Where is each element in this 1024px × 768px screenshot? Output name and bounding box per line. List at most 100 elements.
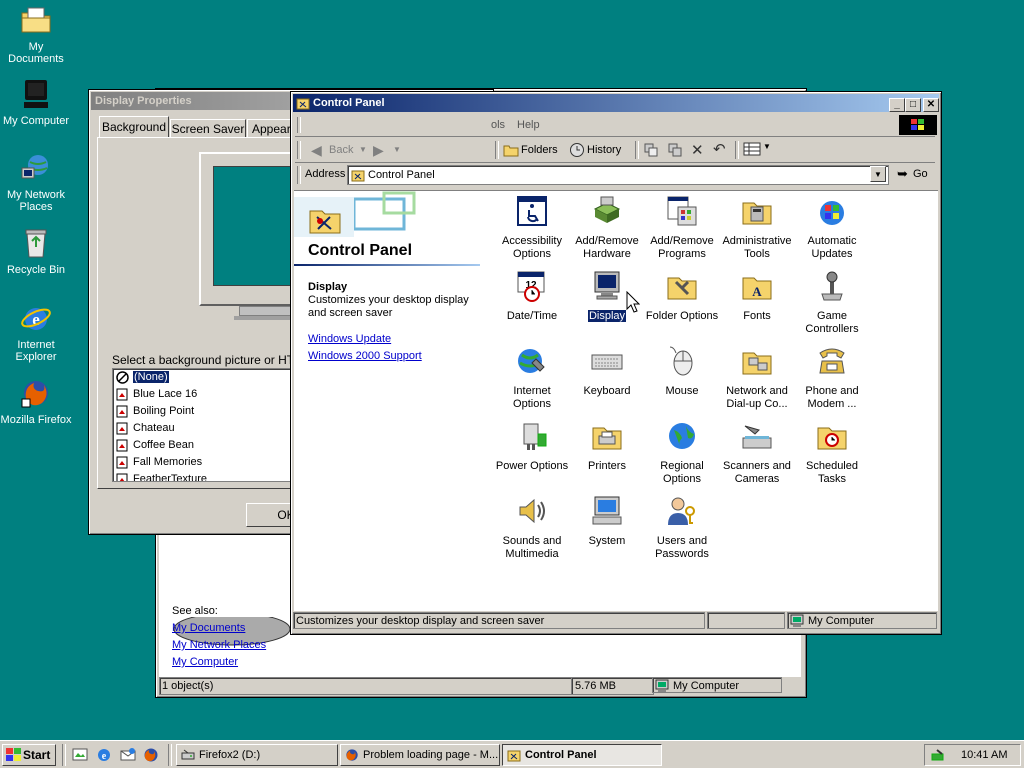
- cp-item-power-options[interactable]: Power Options: [493, 420, 571, 473]
- close-button[interactable]: ✕: [923, 98, 939, 112]
- move-to-icon[interactable]: [643, 142, 659, 158]
- back-button-label: Back: [329, 144, 354, 156]
- folders-button[interactable]: Folders: [503, 141, 563, 159]
- desktop-icon-network-places[interactable]: My Network Places: [0, 152, 72, 213]
- phone-icon: [819, 348, 845, 374]
- address-dropdown-button[interactable]: ▼: [870, 166, 886, 182]
- list-item[interactable]: FeatherTexture: [113, 471, 303, 481]
- cp-item-keyboard[interactable]: Keyboard: [568, 345, 646, 398]
- undo-icon[interactable]: ↶: [713, 140, 726, 158]
- control-panel-window[interactable]: Control Panel _ □ ✕ ols Help ◀ Back ▼ ▶ …: [290, 91, 942, 635]
- cp-item-phone-modem[interactable]: Phone and Modem ...: [793, 345, 871, 411]
- cp-status-text: Customizes your desktop display and scre…: [293, 612, 705, 629]
- clock[interactable]: 10:41 AM: [961, 746, 1007, 764]
- cp-item-add-remove-hardware[interactable]: Add/Remove Hardware: [568, 195, 646, 261]
- task-firefox-problem-loading[interactable]: Problem loading page - M...: [340, 744, 500, 766]
- back-button[interactable]: ◀ Back ▼: [309, 141, 367, 159]
- cp-item-system[interactable]: System: [568, 495, 646, 548]
- cp-item-add-remove-programs[interactable]: Add/Remove Programs: [643, 195, 721, 261]
- minimize-button[interactable]: _: [889, 98, 905, 112]
- link-my-network-places[interactable]: My Network Places: [172, 639, 266, 651]
- firefox-icon[interactable]: [143, 747, 159, 763]
- task-firefox2-drive[interactable]: Firefox2 (D:): [176, 744, 338, 766]
- desktop-icon-label: Recycle Bin: [6, 264, 66, 276]
- cp-item-sounds-multimedia[interactable]: Sounds and Multimedia: [493, 495, 571, 561]
- cp-item-printers[interactable]: Printers: [568, 420, 646, 473]
- list-item[interactable]: Coffee Bean: [113, 437, 303, 454]
- task-control-panel[interactable]: Control Panel: [502, 744, 662, 766]
- left-heading-rule: [294, 264, 480, 266]
- tab-background[interactable]: Background: [99, 116, 169, 138]
- task-label: Control Panel: [525, 749, 597, 761]
- cp-item-scanners-cameras[interactable]: Scanners and Cameras: [718, 420, 796, 486]
- forward-button[interactable]: ▶ ▼: [371, 141, 401, 159]
- status-location-text: My Computer: [673, 680, 740, 692]
- start-button[interactable]: Start: [2, 744, 56, 766]
- internet-globe-icon: [518, 349, 545, 373]
- internet-explorer-icon[interactable]: e: [96, 747, 112, 763]
- desktop-icon-recycle-bin[interactable]: Recycle Bin: [0, 227, 72, 276]
- taskbar-separator: [168, 744, 172, 766]
- cp-item-folder-options[interactable]: Folder Options: [643, 270, 721, 323]
- cp-item-label: Mouse: [665, 385, 699, 397]
- link-my-documents[interactable]: My Documents: [172, 622, 245, 634]
- maximize-button[interactable]: □: [905, 98, 921, 112]
- cp-item-label: Date/Time: [506, 310, 558, 322]
- scheduled-tasks-icon: [817, 427, 847, 450]
- history-button[interactable]: History: [569, 141, 629, 159]
- cp-item-game-controllers[interactable]: Game Controllers: [793, 270, 871, 336]
- list-item[interactable]: (None): [113, 369, 303, 386]
- cp-item-scheduled-tasks[interactable]: Scheduled Tasks: [793, 420, 871, 486]
- delete-icon[interactable]: ✕: [691, 141, 704, 159]
- desktop-icon-my-documents[interactable]: My Documents: [0, 4, 72, 65]
- list-item[interactable]: Blue Lace 16: [113, 386, 303, 403]
- power-plug-icon: [523, 423, 547, 450]
- cp-item-label: Administrative Tools: [722, 235, 792, 260]
- list-item[interactable]: Boiling Point: [113, 403, 303, 420]
- list-item[interactable]: Fall Memories: [113, 454, 303, 471]
- desktop-icon-firefox[interactable]: Mozilla Firefox: [0, 377, 72, 426]
- link-windows-update[interactable]: Windows Update: [308, 333, 391, 345]
- chevron-down-icon: ▼: [874, 170, 882, 179]
- drive-icon: [181, 749, 195, 760]
- control-panel-title-bar[interactable]: Control Panel _ □ ✕: [293, 94, 939, 112]
- cp-item-label: Scanners and Cameras: [723, 460, 791, 485]
- views-button[interactable]: ▼: [743, 142, 773, 158]
- go-button[interactable]: ➥ Go: [895, 165, 933, 183]
- cp-item-automatic-updates[interactable]: Automatic Updates: [793, 195, 871, 261]
- cp-item-users-passwords[interactable]: Users and Passwords: [643, 495, 721, 561]
- control-panel-address-icon: [351, 170, 365, 182]
- menu-tools[interactable]: ols: [491, 116, 505, 134]
- cp-item-fonts[interactable]: A Fonts: [718, 270, 796, 323]
- cp-item-label: Display: [587, 310, 627, 322]
- background-list[interactable]: (None) Blue Lace 16 Boiling Point Chatea…: [112, 368, 304, 482]
- desktop-icon-my-computer[interactable]: My Computer: [0, 78, 72, 127]
- cp-item-network-dialup[interactable]: Network and Dial-up Co...: [718, 345, 796, 411]
- show-desktop-icon[interactable]: [72, 747, 88, 763]
- copy-to-icon[interactable]: [667, 142, 683, 158]
- cp-item-date-time[interactable]: 12 Date/Time: [493, 270, 571, 323]
- tab-screen-saver[interactable]: Screen Saver: [170, 119, 246, 138]
- calendar-clock-icon: 12: [517, 271, 545, 302]
- safely-remove-hardware-icon[interactable]: [931, 748, 947, 762]
- printer-folder-icon: [592, 427, 622, 450]
- outlook-express-icon[interactable]: [120, 747, 136, 763]
- menu-help[interactable]: Help: [517, 116, 540, 134]
- cp-item-internet-options[interactable]: Internet Options: [493, 345, 571, 411]
- cp-item-regional-options[interactable]: Regional Options: [643, 420, 721, 486]
- link-my-computer[interactable]: My Computer: [172, 656, 238, 668]
- address-field[interactable]: Control Panel ▼: [347, 165, 889, 185]
- system-tray: 10:41 AM: [924, 744, 1021, 766]
- taskbar-separator: [62, 744, 66, 766]
- desktop-icon-internet-explorer[interactable]: e Internet Explorer: [0, 302, 72, 363]
- cp-item-accessibility-options[interactable]: Accessibility Options: [493, 195, 571, 261]
- list-item[interactable]: Chateau: [113, 420, 303, 437]
- go-button-label: Go: [913, 168, 928, 180]
- toolbar-separator: [735, 141, 739, 159]
- cp-item-mouse[interactable]: Mouse: [643, 345, 721, 398]
- minimize-icon: _: [894, 99, 900, 110]
- link-windows-2000-support[interactable]: Windows 2000 Support: [308, 350, 422, 362]
- history-button-label: History: [587, 144, 622, 156]
- cp-item-label: Automatic Updates: [807, 235, 857, 260]
- cp-item-administrative-tools[interactable]: Administrative Tools: [718, 195, 796, 261]
